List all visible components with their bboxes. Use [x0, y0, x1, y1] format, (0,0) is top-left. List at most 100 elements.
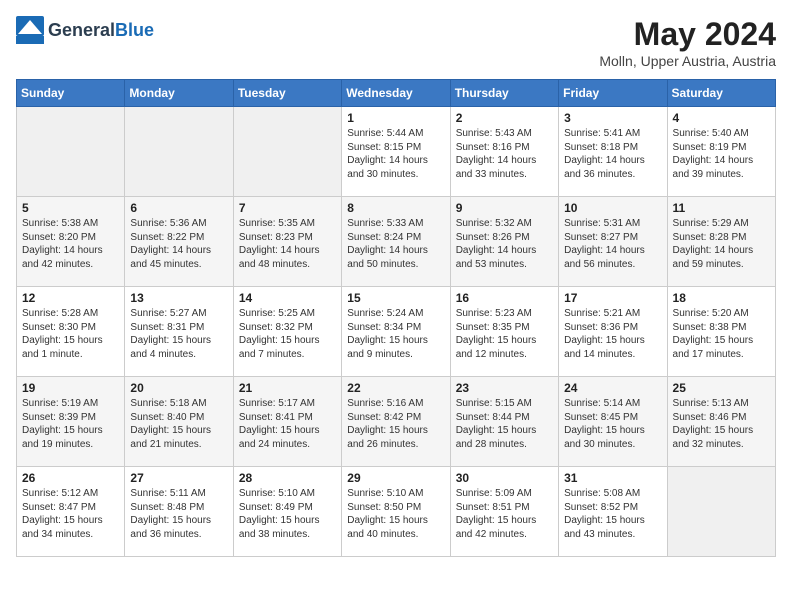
day-content: Sunrise: 5:12 AM Sunset: 8:47 PM Dayligh…	[22, 487, 119, 541]
calendar-header: SundayMondayTuesdayWednesdayThursdayFrid…	[17, 80, 776, 107]
day-number: 19	[22, 381, 119, 395]
calendar-cell: 6 Sunrise: 5:36 AM Sunset: 8:22 PM Daylig…	[125, 197, 233, 287]
day-number: 7	[239, 201, 336, 215]
day-content: Sunrise: 5:13 AM Sunset: 8:46 PM Dayligh…	[673, 397, 770, 451]
logo-blue: Blue	[115, 20, 154, 40]
calendar-cell: 31 Sunrise: 5:08 AM Sunset: 8:52 PM Dayli…	[559, 467, 667, 557]
calendar-cell: 8Sunrise: 5:33 AM Sunset: 8:24 PM Daylig…	[342, 197, 450, 287]
day-number: 29	[347, 471, 444, 485]
week-row-4: 19 Sunrise: 5:19 AM Sunset: 8:39 PM Dayli…	[17, 377, 776, 467]
day-content: Sunrise: 5:24 AM Sunset: 8:34 PM Dayligh…	[347, 307, 444, 361]
day-number: 27	[130, 471, 227, 485]
title-block: May 2024 Molln, Upper Austria, Austria	[599, 16, 776, 69]
calendar-cell: 25 Sunrise: 5:13 AM Sunset: 8:46 PM Dayli…	[667, 377, 775, 467]
calendar-cell: 28Sunrise: 5:10 AM Sunset: 8:49 PM Dayli…	[233, 467, 341, 557]
day-content: Sunrise: 5:18 AM Sunset: 8:40 PM Dayligh…	[130, 397, 227, 451]
day-content: Sunrise: 5:17 AM Sunset: 8:41 PM Dayligh…	[239, 397, 336, 451]
calendar-cell: 1 Sunrise: 5:44 AM Sunset: 8:15 PM Daylig…	[342, 107, 450, 197]
calendar-cell: 22Sunrise: 5:16 AM Sunset: 8:42 PM Dayli…	[342, 377, 450, 467]
calendar-cell: 11Sunrise: 5:29 AM Sunset: 8:28 PM Dayli…	[667, 197, 775, 287]
logo: GeneralBlue	[16, 16, 154, 44]
calendar-body: 1 Sunrise: 5:44 AM Sunset: 8:15 PM Daylig…	[17, 107, 776, 557]
day-number: 24	[564, 381, 661, 395]
day-content: Sunrise: 5:27 AM Sunset: 8:31 PM Dayligh…	[130, 307, 227, 361]
calendar-cell: 14 Sunrise: 5:25 AM Sunset: 8:32 PM Dayli…	[233, 287, 341, 377]
day-number: 11	[673, 201, 770, 215]
calendar-cell: 7 Sunrise: 5:35 AM Sunset: 8:23 PM Daylig…	[233, 197, 341, 287]
day-number: 9	[456, 201, 553, 215]
calendar-cell: 27 Sunrise: 5:11 AM Sunset: 8:48 PM Dayli…	[125, 467, 233, 557]
day-content: Sunrise: 5:36 AM Sunset: 8:22 PM Dayligh…	[130, 217, 227, 271]
day-content: Sunrise: 5:15 AM Sunset: 8:44 PM Dayligh…	[456, 397, 553, 451]
day-header-monday: Monday	[125, 80, 233, 107]
calendar-cell: 2 Sunrise: 5:43 AM Sunset: 8:16 PM Daylig…	[450, 107, 558, 197]
calendar-cell: 18 Sunrise: 5:20 AM Sunset: 8:38 PM Dayli…	[667, 287, 775, 377]
day-number: 23	[456, 381, 553, 395]
day-number: 17	[564, 291, 661, 305]
day-number: 15	[347, 291, 444, 305]
day-header-tuesday: Tuesday	[233, 80, 341, 107]
day-number: 21	[239, 381, 336, 395]
calendar-cell	[17, 107, 125, 197]
calendar-cell: 19 Sunrise: 5:19 AM Sunset: 8:39 PM Dayli…	[17, 377, 125, 467]
location: Molln, Upper Austria, Austria	[599, 53, 776, 69]
calendar-cell: 26 Sunrise: 5:12 AM Sunset: 8:47 PM Dayli…	[17, 467, 125, 557]
calendar-cell: 16Sunrise: 5:23 AM Sunset: 8:35 PM Dayli…	[450, 287, 558, 377]
day-content: Sunrise: 5:20 AM Sunset: 8:38 PM Dayligh…	[673, 307, 770, 361]
day-number: 6	[130, 201, 227, 215]
calendar-cell: 29Sunrise: 5:10 AM Sunset: 8:50 PM Dayli…	[342, 467, 450, 557]
day-header-sunday: Sunday	[17, 80, 125, 107]
week-row-1: 1 Sunrise: 5:44 AM Sunset: 8:15 PM Daylig…	[17, 107, 776, 197]
day-content: Sunrise: 5:21 AM Sunset: 8:36 PM Dayligh…	[564, 307, 661, 361]
day-content: Sunrise: 5:09 AM Sunset: 8:51 PM Dayligh…	[456, 487, 553, 541]
day-content: Sunrise: 5:40 AM Sunset: 8:19 PM Dayligh…	[673, 127, 770, 181]
day-content: Sunrise: 5:31 AM Sunset: 8:27 PM Dayligh…	[564, 217, 661, 271]
logo-text: GeneralBlue	[48, 20, 154, 41]
day-number: 8	[347, 201, 444, 215]
calendar-cell: 15 Sunrise: 5:24 AM Sunset: 8:34 PM Dayli…	[342, 287, 450, 377]
day-header-friday: Friday	[559, 80, 667, 107]
day-content: Sunrise: 5:44 AM Sunset: 8:15 PM Dayligh…	[347, 127, 444, 181]
day-number: 13	[130, 291, 227, 305]
day-number: 14	[239, 291, 336, 305]
day-number: 16	[456, 291, 553, 305]
day-number: 4	[673, 111, 770, 125]
day-number: 1	[347, 111, 444, 125]
week-row-3: 12Sunrise: 5:28 AM Sunset: 8:30 PM Dayli…	[17, 287, 776, 377]
calendar-cell	[667, 467, 775, 557]
calendar-cell: 17 Sunrise: 5:21 AM Sunset: 8:36 PM Dayli…	[559, 287, 667, 377]
day-number: 3	[564, 111, 661, 125]
day-content: Sunrise: 5:28 AM Sunset: 8:30 PM Dayligh…	[22, 307, 119, 361]
day-content: Sunrise: 5:35 AM Sunset: 8:23 PM Dayligh…	[239, 217, 336, 271]
day-content: Sunrise: 5:32 AM Sunset: 8:26 PM Dayligh…	[456, 217, 553, 271]
day-number: 30	[456, 471, 553, 485]
day-number: 18	[673, 291, 770, 305]
calendar-cell: 4 Sunrise: 5:40 AM Sunset: 8:19 PM Daylig…	[667, 107, 775, 197]
calendar-cell: 20 Sunrise: 5:18 AM Sunset: 8:40 PM Dayli…	[125, 377, 233, 467]
calendar-cell: 10Sunrise: 5:31 AM Sunset: 8:27 PM Dayli…	[559, 197, 667, 287]
day-number: 20	[130, 381, 227, 395]
day-number: 31	[564, 471, 661, 485]
calendar-cell: 5Sunrise: 5:38 AM Sunset: 8:20 PM Daylig…	[17, 197, 125, 287]
logo-icon	[16, 16, 44, 44]
day-content: Sunrise: 5:19 AM Sunset: 8:39 PM Dayligh…	[22, 397, 119, 451]
day-number: 2	[456, 111, 553, 125]
day-number: 25	[673, 381, 770, 395]
day-number: 22	[347, 381, 444, 395]
calendar-table: SundayMondayTuesdayWednesdayThursdayFrid…	[16, 79, 776, 557]
day-header-wednesday: Wednesday	[342, 80, 450, 107]
day-header-thursday: Thursday	[450, 80, 558, 107]
calendar-cell: 9 Sunrise: 5:32 AM Sunset: 8:26 PM Daylig…	[450, 197, 558, 287]
day-number: 26	[22, 471, 119, 485]
calendar-cell: 21 Sunrise: 5:17 AM Sunset: 8:41 PM Dayli…	[233, 377, 341, 467]
day-content: Sunrise: 5:43 AM Sunset: 8:16 PM Dayligh…	[456, 127, 553, 181]
day-content: Sunrise: 5:14 AM Sunset: 8:45 PM Dayligh…	[564, 397, 661, 451]
day-content: Sunrise: 5:08 AM Sunset: 8:52 PM Dayligh…	[564, 487, 661, 541]
month-year: May 2024	[599, 16, 776, 53]
day-content: Sunrise: 5:41 AM Sunset: 8:18 PM Dayligh…	[564, 127, 661, 181]
calendar-cell: 3 Sunrise: 5:41 AM Sunset: 8:18 PM Daylig…	[559, 107, 667, 197]
logo-general: General	[48, 20, 115, 40]
week-row-2: 5Sunrise: 5:38 AM Sunset: 8:20 PM Daylig…	[17, 197, 776, 287]
day-content: Sunrise: 5:25 AM Sunset: 8:32 PM Dayligh…	[239, 307, 336, 361]
day-content: Sunrise: 5:11 AM Sunset: 8:48 PM Dayligh…	[130, 487, 227, 541]
